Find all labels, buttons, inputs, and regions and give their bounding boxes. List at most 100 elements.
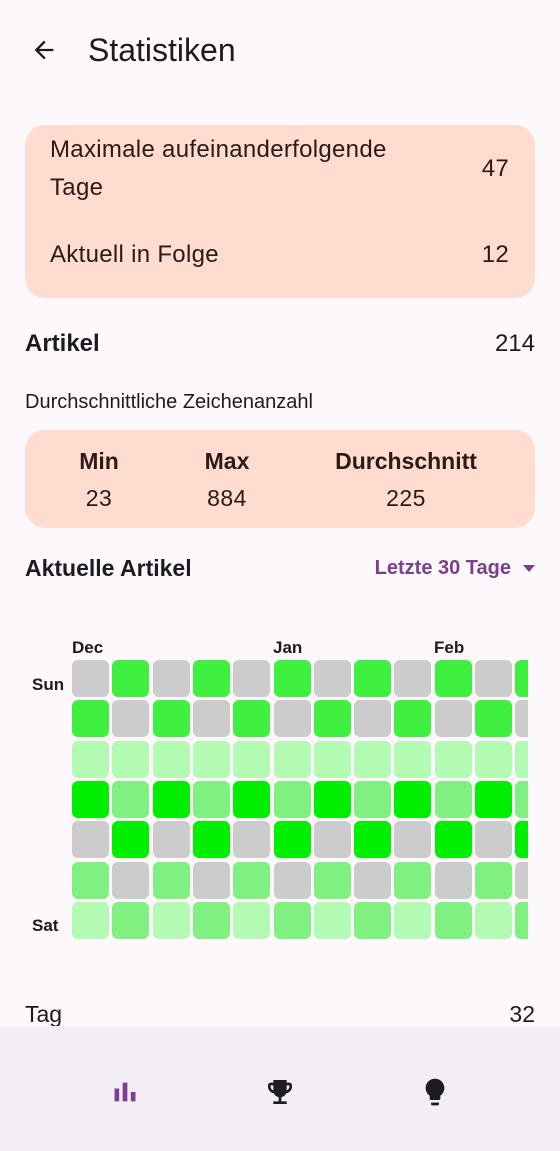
recent-articles-header: Aktuelle Artikel Letzte 30 Tage xyxy=(25,548,535,588)
top-app-bar: Statistiken xyxy=(0,0,560,100)
heatmap-cell xyxy=(112,700,150,738)
heatmap-cell xyxy=(192,821,230,859)
tag-label: Tag xyxy=(25,1001,63,1027)
heatmap-cell xyxy=(72,700,109,738)
heatmap-cell xyxy=(192,861,230,899)
nav-tips[interactable] xyxy=(403,1064,467,1120)
lightbulb-icon xyxy=(425,1078,445,1106)
heatmap-cell xyxy=(515,660,528,697)
heatmap-cell xyxy=(273,700,311,738)
bar-chart-icon xyxy=(114,1082,136,1102)
trophy-icon xyxy=(268,1080,292,1104)
range-selected-value: Letzte 30 Tage xyxy=(374,556,511,579)
heatmap-cell xyxy=(152,740,190,778)
activity-heatmap: Dec Jan Feb Sun Sat xyxy=(0,630,528,950)
heatmap-cell xyxy=(273,821,311,859)
heatmap-cell xyxy=(273,861,311,899)
heatmap-cell xyxy=(515,861,528,899)
heatmap-cell xyxy=(354,901,392,939)
heatmap-cell xyxy=(152,700,190,738)
month-label-dec: Dec xyxy=(72,638,104,657)
heatmap-cell xyxy=(152,861,190,899)
heatmap-cell xyxy=(354,780,392,818)
articles-label: Artikel xyxy=(25,330,100,357)
heatmap-cell xyxy=(112,740,150,778)
heatmap-cell xyxy=(434,780,472,818)
nav-statistics[interactable] xyxy=(93,1064,157,1120)
current-streak-value: 12 xyxy=(481,241,509,268)
dropdown-arrow-icon xyxy=(523,564,535,572)
back-button[interactable] xyxy=(22,28,66,72)
heatmap-cell xyxy=(152,780,190,818)
heatmap-cell xyxy=(112,861,150,899)
current-streak-label: Aktuell in Folge xyxy=(50,241,219,268)
articles-value: 214 xyxy=(494,330,535,357)
heatmap-cell xyxy=(434,700,472,738)
heatmap-cell xyxy=(515,700,528,738)
heatmap-cell xyxy=(515,821,528,859)
min-label: Min xyxy=(79,448,119,474)
heatmap-cell xyxy=(394,740,432,778)
heatmap-cell xyxy=(475,821,512,859)
heatmap-cell xyxy=(354,740,392,778)
heatmap-cell xyxy=(192,780,230,818)
heatmap-cell xyxy=(72,901,109,939)
heatmap-cell xyxy=(313,660,351,697)
average-label: Durchschnitt xyxy=(335,448,477,474)
min-value: 23 xyxy=(85,485,113,511)
heatmap-cell xyxy=(233,780,271,818)
heatmap-cell xyxy=(192,700,230,738)
heatmap-cell xyxy=(394,700,432,738)
month-label-feb: Feb xyxy=(434,638,465,657)
average-column: Durchschnitt 225 xyxy=(321,444,491,518)
heatmap-cell xyxy=(475,861,512,899)
streak-card: Maximale aufeinanderfolgende Tage 47 Akt… xyxy=(25,125,535,298)
heatmap-cell xyxy=(475,901,512,939)
heatmap-cell xyxy=(233,821,271,859)
heatmap-cell xyxy=(394,821,432,859)
heatmap-cell xyxy=(313,821,351,859)
heatmap-cell xyxy=(394,660,432,697)
heatmap-cell xyxy=(475,700,512,738)
heatmap-cell xyxy=(72,740,109,778)
heatmap-cell xyxy=(233,740,271,778)
heatmap-cell xyxy=(313,740,351,778)
heatmap-cell xyxy=(192,660,230,697)
average-value: 225 xyxy=(386,485,426,511)
bottom-navigation xyxy=(0,1026,560,1151)
max-label: Max xyxy=(204,448,250,474)
heatmap-cell xyxy=(354,861,392,899)
heatmap-cell xyxy=(394,901,432,939)
heatmap-cell xyxy=(354,821,392,859)
current-streak-row: Aktuell in Folge 12 xyxy=(50,236,509,274)
range-dropdown[interactable]: Letzte 30 Tage xyxy=(375,548,535,588)
nav-achievements[interactable] xyxy=(248,1064,312,1120)
heatmap-cell xyxy=(434,660,472,697)
heatmap-cell xyxy=(354,700,392,738)
heatmap-cell xyxy=(233,660,271,697)
day-label-sat: Sat xyxy=(32,916,59,935)
heatmap-cell xyxy=(192,901,230,939)
heatmap-cell xyxy=(72,660,109,697)
heatmap-cell xyxy=(112,660,150,697)
heatmap-cell xyxy=(434,740,472,778)
char-count-heading: Durchschnittliche Zeichenanzahl xyxy=(25,391,313,413)
max-column: Max 884 xyxy=(187,444,267,518)
heatmap-cell xyxy=(313,780,351,818)
heatmap-cell xyxy=(233,861,271,899)
heatmap-cell xyxy=(515,740,528,778)
recent-articles-title: Aktuelle Artikel xyxy=(25,555,192,581)
day-label-sun: Sun xyxy=(32,675,65,694)
heatmap-cell xyxy=(313,700,351,738)
heatmap-cell xyxy=(434,901,472,939)
heatmap-cell xyxy=(434,821,472,859)
heatmap-cell xyxy=(475,780,512,818)
heatmap-cell xyxy=(273,660,311,697)
month-label-jan: Jan xyxy=(273,638,303,657)
heatmap-cell xyxy=(394,861,432,899)
heatmap-cell xyxy=(475,740,512,778)
heatmap-cell xyxy=(233,901,271,939)
page-title: Statistiken xyxy=(88,32,236,68)
heatmap-cell xyxy=(273,901,311,939)
heatmap-cell xyxy=(434,861,472,899)
